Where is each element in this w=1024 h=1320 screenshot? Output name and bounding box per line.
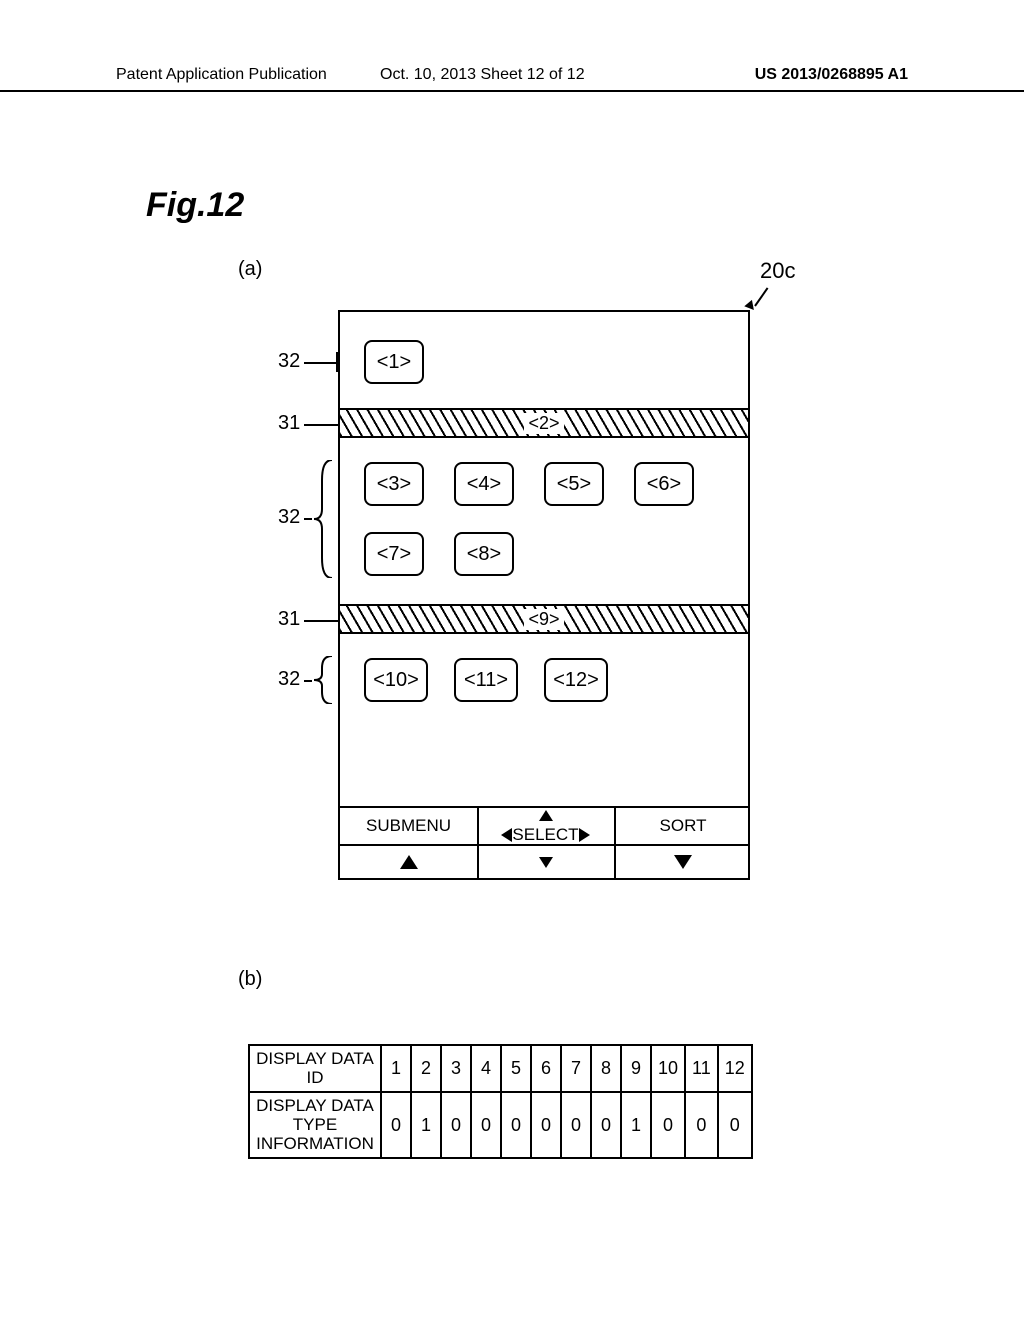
softkey-nav-up[interactable] — [477, 805, 614, 825]
table-row: DISPLAY DATA ID 1 2 3 4 5 6 7 8 9 10 11 … — [249, 1045, 752, 1092]
softkey-select[interactable]: SELECT — [477, 824, 614, 846]
brace-icon — [314, 656, 334, 704]
row1-label: DISPLAY DATA ID — [249, 1045, 381, 1092]
part-b-label: (b) — [238, 968, 262, 991]
cell-type: 0 — [531, 1092, 561, 1158]
cell-id: 5 — [501, 1045, 531, 1092]
tile-4[interactable]: <4> — [454, 462, 514, 506]
ref-32c: 32 — [278, 668, 300, 691]
ref-20c: 20c — [760, 258, 795, 284]
ref-31a: 31 — [278, 412, 300, 435]
triangle-down-icon — [674, 855, 692, 869]
leader-line — [304, 680, 312, 682]
page-header: Patent Application Publication Oct. 10, … — [0, 62, 1024, 92]
leader-line — [304, 362, 336, 364]
cell-type: 0 — [441, 1092, 471, 1158]
tile-6[interactable]: <6> — [634, 462, 694, 506]
triangle-down-icon — [539, 857, 553, 868]
header-right: US 2013/0268895 A1 — [755, 66, 908, 84]
cell-id: 9 — [621, 1045, 651, 1092]
cell-id: 11 — [685, 1045, 718, 1092]
tile-5[interactable]: <5> — [544, 462, 604, 506]
cell-id: 1 — [381, 1045, 411, 1092]
softkey-up-left[interactable] — [340, 844, 477, 880]
header-mid: Oct. 10, 2013 Sheet 12 of 12 — [380, 66, 585, 84]
row2-label: DISPLAY DATA TYPE INFORMATION — [249, 1092, 381, 1158]
band-2-label: <2> — [524, 413, 563, 434]
cell-id: 4 — [471, 1045, 501, 1092]
cell-type: 0 — [685, 1092, 718, 1158]
softkey-select-label: SELECT — [512, 825, 578, 845]
ref-32a: 32 — [278, 350, 300, 373]
cell-id: 2 — [411, 1045, 441, 1092]
cell-type: 0 — [561, 1092, 591, 1158]
triangle-up-icon — [400, 855, 418, 869]
cell-type: 1 — [411, 1092, 441, 1158]
cell-type: 1 — [621, 1092, 651, 1158]
device-screen: <1> <2> <3> <4> <5> <6> <7> <8> <9> <10>… — [338, 310, 750, 880]
leader-line — [304, 424, 338, 426]
data-table: DISPLAY DATA ID 1 2 3 4 5 6 7 8 9 10 11 … — [248, 1044, 753, 1159]
tile-7[interactable]: <7> — [364, 532, 424, 576]
triangle-left-icon — [501, 828, 512, 842]
cell-id: 10 — [651, 1045, 685, 1092]
cell-type: 0 — [651, 1092, 685, 1158]
cell-id: 7 — [561, 1045, 591, 1092]
cell-type: 0 — [381, 1092, 411, 1158]
softkey-row: SUBMENU SELECT SORT — [340, 806, 748, 878]
softkey-nav-down[interactable] — [477, 848, 614, 876]
cell-id: 12 — [718, 1045, 752, 1092]
cell-type: 0 — [501, 1092, 531, 1158]
triangle-right-icon — [579, 828, 590, 842]
ref-32b: 32 — [278, 506, 300, 529]
cell-type: 0 — [591, 1092, 621, 1158]
brace-icon — [314, 460, 334, 578]
tile-10[interactable]: <10> — [364, 658, 428, 702]
table-row: DISPLAY DATA TYPE INFORMATION 0 1 0 0 0 … — [249, 1092, 752, 1158]
cell-id: 6 — [531, 1045, 561, 1092]
header-left: Patent Application Publication — [116, 66, 327, 84]
softkey-submenu[interactable]: SUBMENU — [340, 808, 477, 844]
softkey-down-right[interactable] — [614, 844, 752, 880]
cell-type: 0 — [718, 1092, 752, 1158]
cell-type: 0 — [471, 1092, 501, 1158]
cell-id: 8 — [591, 1045, 621, 1092]
figure-title: Fig.12 — [146, 186, 244, 225]
tile-1[interactable]: <1> — [364, 340, 424, 384]
softkey-sort[interactable]: SORT — [614, 808, 752, 844]
leader-line — [304, 518, 312, 520]
tile-8[interactable]: <8> — [454, 532, 514, 576]
part-a-label: (a) — [238, 258, 262, 281]
band-9-label: <9> — [524, 609, 563, 630]
leader-line — [304, 620, 338, 622]
triangle-up-icon — [539, 810, 553, 821]
cell-id: 3 — [441, 1045, 471, 1092]
ref-31b: 31 — [278, 608, 300, 631]
tile-3[interactable]: <3> — [364, 462, 424, 506]
tile-11[interactable]: <11> — [454, 658, 518, 702]
leader-tick — [336, 352, 338, 372]
tile-12[interactable]: <12> — [544, 658, 608, 702]
band-9[interactable]: <9> — [340, 604, 748, 634]
band-2[interactable]: <2> — [340, 408, 748, 438]
